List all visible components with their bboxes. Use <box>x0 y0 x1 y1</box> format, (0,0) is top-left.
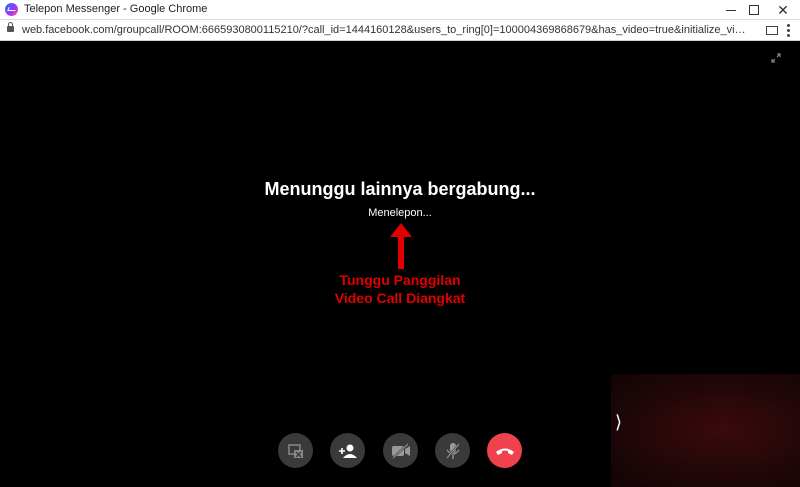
minimize-icon <box>726 9 736 11</box>
chevron-right-icon[interactable]: ⟩ <box>615 412 622 433</box>
call-area: Menunggu lainnya bergabung... Menelepon.… <box>0 41 800 487</box>
add-person-icon <box>338 444 357 458</box>
call-status-title: Menunggu lainnya bergabung... <box>264 179 536 199</box>
address-bar[interactable]: web.facebook.com/groupcall/ROOM:66659308… <box>0 20 800 41</box>
url-text[interactable]: web.facebook.com/groupcall/ROOM:66659308… <box>22 24 748 36</box>
add-person-button[interactable] <box>330 433 365 468</box>
close-icon: ✕ <box>777 2 789 18</box>
annotation-line-2: Video Call Diangkat <box>334 290 466 306</box>
window-title: Telepon Messenger - Google Chrome <box>24 3 208 15</box>
fullscreen-icon[interactable] <box>771 53 781 63</box>
self-view-preview[interactable]: ⟩ <box>611 374 800 487</box>
annotation-line-1: Tunggu Panggilan <box>339 272 461 288</box>
screen-share-off-icon <box>287 443 303 458</box>
mic-toggle-button[interactable] <box>435 433 470 468</box>
close-window-button[interactable]: ✕ <box>766 0 800 20</box>
call-status-subtitle: Menelepon... <box>368 207 432 219</box>
maximize-icon <box>749 5 759 15</box>
cast-icon[interactable] <box>766 26 778 35</box>
red-arrow-annotation <box>390 223 412 269</box>
screen-share-button[interactable] <box>278 433 313 468</box>
window-titlebar: Telepon Messenger - Google Chrome ✕ <box>0 0 800 20</box>
annotation-text: Tunggu Panggilan Video Call Diangkat <box>0 271 800 307</box>
messenger-app-icon <box>5 3 18 16</box>
video-off-icon <box>391 442 410 459</box>
video-toggle-button[interactable] <box>383 433 418 468</box>
end-call-icon <box>495 448 514 455</box>
more-options-icon[interactable] <box>787 24 790 37</box>
lock-icon <box>7 22 14 32</box>
end-call-button[interactable] <box>487 433 522 468</box>
mic-off-icon <box>445 442 460 459</box>
